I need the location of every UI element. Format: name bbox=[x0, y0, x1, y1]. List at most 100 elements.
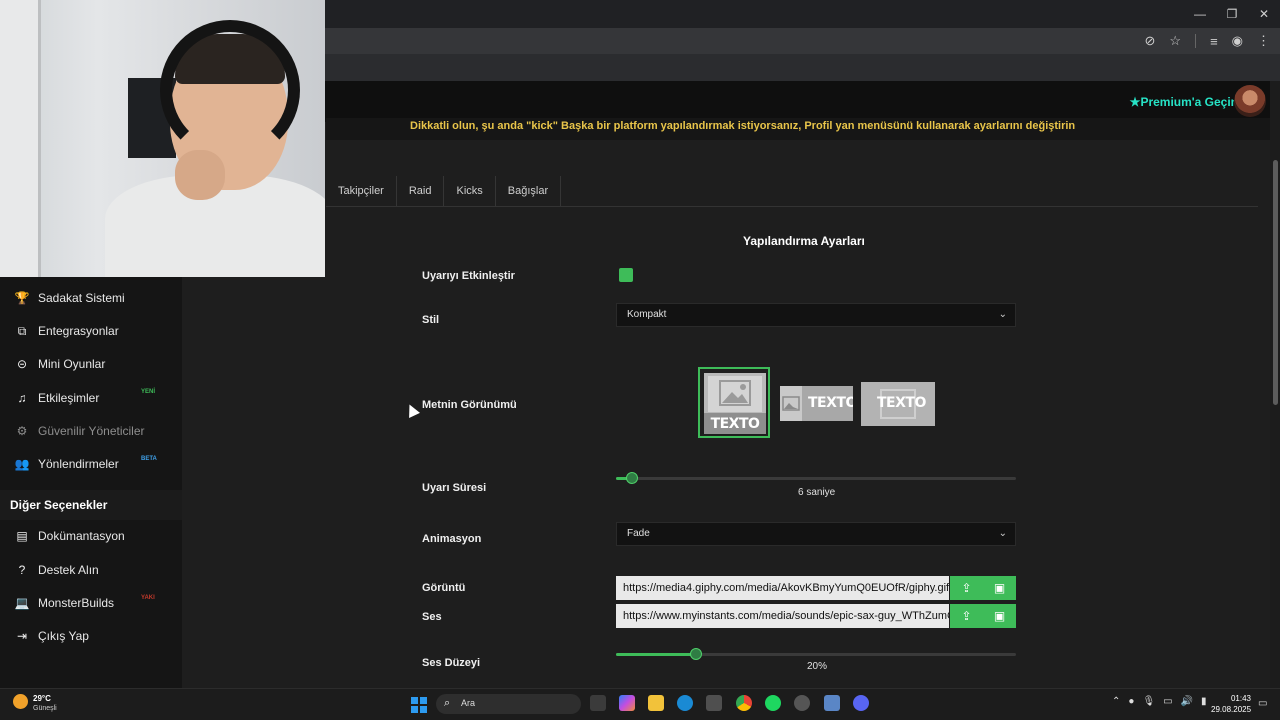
sidebar-item-monsterbuilds[interactable]: 💻 MonsterBuilds bbox=[14, 592, 115, 614]
sound-url-input[interactable]: https://www.myinstants.com/media/sounds/… bbox=[616, 604, 949, 628]
weather-sun-icon[interactable] bbox=[13, 694, 28, 709]
tab-raid[interactable]: Raid bbox=[397, 176, 445, 207]
sidebar-item-dokumantasyon[interactable]: ▤ Dokümantasyon bbox=[14, 525, 125, 547]
duration-value: 6 saniye bbox=[798, 487, 836, 498]
chevron-up-icon[interactable]: ⌃ bbox=[1112, 696, 1120, 707]
menu-icon[interactable]: ⋮ bbox=[1257, 33, 1270, 49]
sidebar-item-label: Güvenilir Yöneticiler bbox=[38, 424, 145, 438]
gallery-icon: ▣ bbox=[993, 609, 1006, 623]
minimize-button[interactable]: — bbox=[1184, 0, 1216, 28]
enable-alert-checkbox[interactable] bbox=[619, 268, 633, 282]
microphone-icon[interactable]: 🎙 bbox=[1142, 696, 1155, 707]
eye-slash-icon[interactable]: ⊘ bbox=[1145, 33, 1156, 49]
sound-gallery-button[interactable]: ▣ bbox=[983, 604, 1016, 628]
app-icon[interactable] bbox=[794, 695, 810, 711]
sidebar-item-label: Yönlendirmeler bbox=[38, 457, 119, 471]
search-label: Ara bbox=[461, 698, 476, 708]
text-view-sample: TEXTO bbox=[877, 395, 926, 411]
sidebar-item-cikis[interactable]: ⇥ Çıkış Yap bbox=[14, 625, 89, 647]
spotify-icon[interactable] bbox=[765, 695, 781, 711]
notification-icon[interactable]: ▭ bbox=[1258, 698, 1267, 709]
sidebar-item-sadakat[interactable]: 🏆 Sadakat Sistemi bbox=[14, 287, 125, 309]
taskbar-clock[interactable]: 01:43 29.08.2025 bbox=[1211, 693, 1251, 715]
sidebar-item-mini-oyunlar[interactable]: ⊝ Mini Oyunlar bbox=[14, 353, 105, 375]
sidebar-item-destek[interactable]: ? Destek Alın bbox=[14, 559, 99, 581]
text-view-option-overlay[interactable]: TEXTO bbox=[861, 382, 935, 426]
star-icon[interactable]: ☆ bbox=[1169, 33, 1181, 49]
animation-label: Animasyon bbox=[422, 533, 482, 545]
duration-slider-handle[interactable] bbox=[626, 472, 638, 484]
avatar[interactable] bbox=[1234, 85, 1266, 117]
sidebar-section-title: Diğer Seçenekler bbox=[10, 498, 108, 512]
image-placeholder-icon bbox=[780, 386, 802, 421]
windows-start-icon[interactable] bbox=[411, 697, 427, 713]
address-bar-icons: ⊘ ☆ ≡ ◉ ⋮ bbox=[1145, 28, 1271, 54]
image-placeholder-icon bbox=[708, 376, 762, 412]
sidebar-item-entegrasyonlar[interactable]: ⧉ Entegrasyonlar bbox=[14, 320, 119, 342]
upload-sound-button[interactable]: ⇪ bbox=[950, 604, 983, 628]
text-view-option-inline[interactable]: TEXTO bbox=[780, 386, 853, 421]
sidebar-item-label: Mini Oyunlar bbox=[38, 357, 106, 371]
scrollbar-thumb[interactable] bbox=[1273, 160, 1278, 405]
section-title: Yapılandırma Ayarları bbox=[743, 234, 865, 248]
premium-link[interactable]: ★Premium'a Geçin bbox=[1130, 95, 1238, 109]
sound-url-row: https://www.myinstants.com/media/sounds/… bbox=[616, 604, 1016, 628]
sidebar-item-guvenilir-yoneticiler[interactable]: ⚙ Güvenilir Yöneticiler bbox=[14, 420, 145, 442]
text-view-option-stacked[interactable]: TEXTO bbox=[704, 373, 766, 434]
trophy-icon: 🏆 bbox=[14, 291, 30, 305]
gamepad-icon: ⊝ bbox=[16, 357, 28, 371]
sidebar-item-label: MonsterBuilds bbox=[38, 596, 115, 610]
upload-image-button[interactable]: ⇪ bbox=[950, 576, 983, 600]
sidebar-section-header: Diğer Seçenekler bbox=[0, 490, 182, 520]
image-url-row: https://media4.giphy.com/media/AkovKBmyY… bbox=[616, 576, 1016, 600]
platform-warning: Dikkatli olun, şu anda "kick" Başka bir … bbox=[410, 120, 1076, 132]
tab-bagislar[interactable]: Bağışlar bbox=[496, 176, 562, 207]
gallery-icon: ▣ bbox=[993, 581, 1006, 595]
style-select[interactable]: Kompakt ⌄ bbox=[616, 303, 1016, 327]
network-icon[interactable]: ▭ bbox=[1163, 696, 1172, 707]
webcam-door bbox=[0, 0, 41, 277]
image-label: Görüntü bbox=[422, 582, 466, 594]
taskbar-search[interactable]: ⌕ Ara bbox=[436, 694, 581, 714]
close-button[interactable]: ✕ bbox=[1248, 0, 1280, 28]
taskbar bbox=[0, 688, 1280, 720]
volume-slider-handle[interactable] bbox=[690, 648, 702, 660]
file-explorer-icon[interactable] bbox=[648, 695, 664, 711]
edge-icon[interactable] bbox=[677, 695, 693, 711]
volume-slider[interactable] bbox=[616, 648, 1016, 660]
upload-icon: ⇪ bbox=[961, 609, 972, 623]
battery-icon[interactable]: ▮ bbox=[1201, 696, 1207, 707]
tray-app-icon[interactable]: ● bbox=[1128, 696, 1134, 707]
webcam-overlay bbox=[0, 0, 325, 277]
sidebar-item-etkilesimler[interactable]: ♫ Etkileşimler bbox=[14, 387, 100, 409]
search-icon: ⌕ bbox=[444, 697, 451, 709]
users-icon: ⚙ bbox=[16, 424, 28, 438]
premium-label: Premium'a Geçin bbox=[1140, 95, 1238, 109]
star-icon: ★ bbox=[1129, 95, 1141, 109]
image-url-input[interactable]: https://media4.giphy.com/media/AkovKBmyY… bbox=[616, 576, 949, 600]
sidebar-item-label: Entegrasyonlar bbox=[38, 324, 119, 338]
app-icon[interactable] bbox=[824, 695, 840, 711]
media-icon[interactable]: ≡ bbox=[1210, 34, 1218, 49]
tab-takipciler[interactable]: Takipçiler bbox=[326, 176, 397, 207]
copilot-icon[interactable] bbox=[619, 695, 635, 711]
speaker-icon[interactable]: 🔊 bbox=[1181, 696, 1193, 707]
window-controls: — ❐ ✕ bbox=[1184, 0, 1280, 28]
tab-kicks[interactable]: Kicks bbox=[444, 176, 496, 207]
animation-select[interactable]: Fade ⌄ bbox=[616, 522, 1016, 546]
task-view-icon[interactable] bbox=[590, 695, 606, 711]
sidebar-item-label: Destek Alın bbox=[38, 563, 99, 577]
duration-slider[interactable] bbox=[616, 472, 1016, 484]
music-icon: ♫ bbox=[17, 391, 27, 405]
beta-badge: BETA bbox=[141, 456, 157, 462]
text-view-label: Metnin Görünümü bbox=[422, 399, 517, 411]
avatar-icon[interactable]: ◉ bbox=[1232, 33, 1243, 49]
image-gallery-button[interactable]: ▣ bbox=[983, 576, 1016, 600]
help-icon: ? bbox=[18, 563, 26, 577]
chrome-icon[interactable] bbox=[736, 695, 752, 711]
maximize-button[interactable]: ❐ bbox=[1216, 0, 1248, 28]
store-icon[interactable] bbox=[706, 695, 722, 711]
sidebar-item-yonlendirmeler[interactable]: 👥 Yönlendirmeler bbox=[14, 453, 119, 475]
discord-icon[interactable] bbox=[853, 695, 869, 711]
sidebar-item-label: Dokümantasyon bbox=[38, 529, 125, 543]
